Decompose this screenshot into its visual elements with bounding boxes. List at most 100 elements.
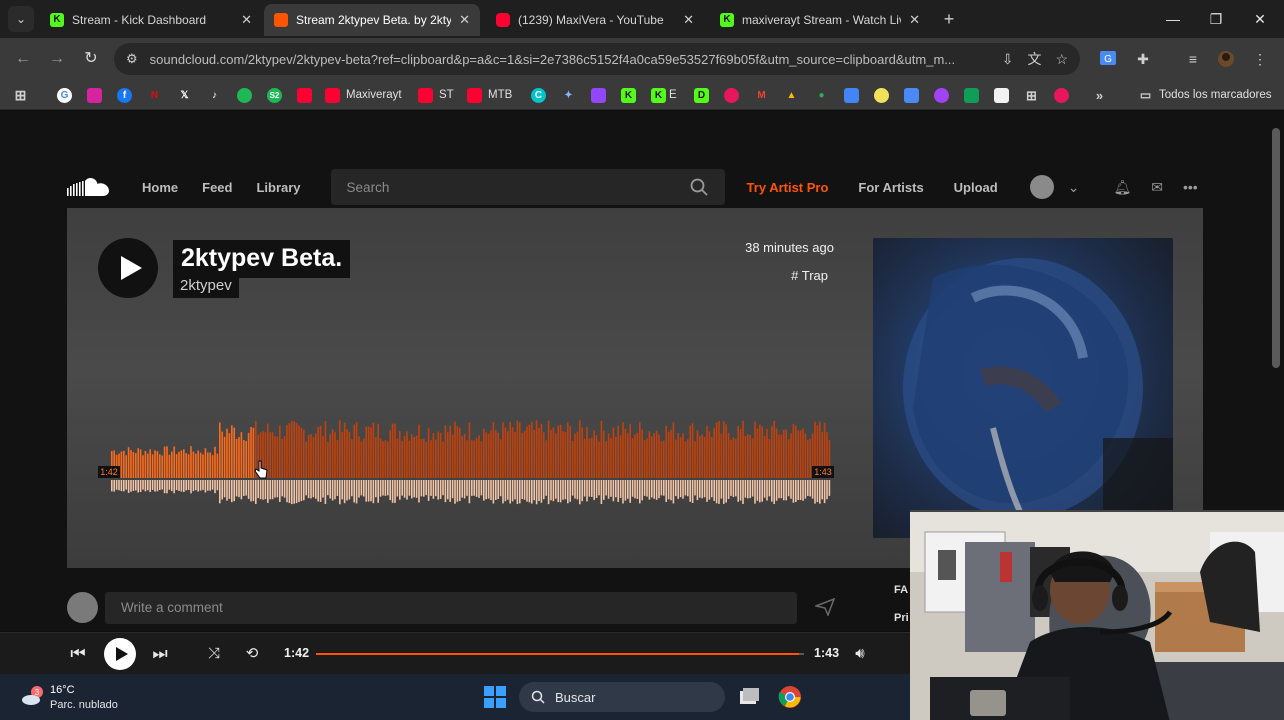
- bookmark-sheets[interactable]: [964, 86, 979, 104]
- waveform-bar: [307, 434, 310, 478]
- all-bookmarks-button[interactable]: ▭ Todos los marcadores: [1138, 86, 1272, 104]
- bookmark-facebook[interactable]: f: [117, 86, 132, 104]
- shuffle-icon[interactable]: ⤨: [202, 642, 226, 666]
- star-icon[interactable]: ☆: [1055, 51, 1068, 68]
- tab-soundcloud[interactable]: Stream 2ktypev Beta. by 2ktype ✕: [264, 4, 480, 36]
- try-artist-pro-link[interactable]: Try Artist Pro: [747, 180, 829, 195]
- waveform[interactable]: 1:42 1:43: [98, 400, 838, 515]
- apps-grid-icon[interactable]: ⊞: [13, 86, 28, 104]
- bookmark-spotify[interactable]: [237, 86, 252, 104]
- nav-library[interactable]: Library: [256, 180, 300, 195]
- translate-icon[interactable]: 文: [1027, 49, 1041, 69]
- bookmark-mtb[interactable]: MTB: [467, 86, 512, 104]
- close-icon[interactable]: ✕: [909, 12, 920, 28]
- taskbar-search[interactable]: Buscar: [519, 682, 725, 712]
- bookmark-s2[interactable]: S2: [267, 86, 282, 104]
- close-icon[interactable]: ✕: [683, 12, 694, 28]
- tab-kick-watch[interactable]: K maxiverayt Stream - Watch Live ✕: [710, 4, 930, 36]
- bookmark-st[interactable]: ST: [418, 86, 454, 104]
- bookmark-instagram[interactable]: [87, 86, 102, 104]
- bookmark-canva[interactable]: C: [531, 86, 546, 104]
- bookmark-kick[interactable]: K: [621, 86, 636, 104]
- waveform-bar: [305, 441, 307, 478]
- windows-start-icon[interactable]: [484, 686, 506, 708]
- user-avatar[interactable]: [1029, 175, 1054, 199]
- restore-button[interactable]: ❐: [1201, 8, 1231, 30]
- bookmark-gmail[interactable]: M: [754, 86, 769, 104]
- player-play-button[interactable]: [104, 638, 136, 670]
- previous-track-icon[interactable]: ⏮: [66, 642, 90, 666]
- next-track-icon[interactable]: ⏭: [148, 642, 172, 666]
- genre-tag[interactable]: # Trap: [700, 268, 828, 283]
- bookmark-youtube[interactable]: [297, 86, 312, 104]
- search-input[interactable]: Search: [330, 169, 725, 205]
- upload-link[interactable]: Upload: [954, 180, 998, 195]
- waveform-bar: [334, 432, 336, 478]
- url-text[interactable]: soundcloud.com/2ktypev/2ktypev-beta?ref=…: [150, 52, 988, 67]
- back-button[interactable]: ←: [12, 48, 34, 70]
- bookmark-netflix[interactable]: N: [147, 86, 162, 104]
- bookmark-pink[interactable]: [1054, 86, 1069, 104]
- waveform-bar: [780, 434, 783, 478]
- waveform-bar: [797, 430, 799, 478]
- waveform-bar: [521, 432, 523, 478]
- play-button[interactable]: [98, 238, 158, 298]
- comment-input[interactable]: Write a comment: [105, 592, 797, 624]
- bell-icon[interactable]: 🔔︎: [1113, 179, 1131, 196]
- search-icon[interactable]: [689, 177, 709, 197]
- repeat-icon[interactable]: ⟲: [240, 642, 264, 666]
- new-tab-button[interactable]: +: [938, 8, 960, 30]
- bookmark-maxiverayt[interactable]: Maxiverayt: [325, 86, 402, 104]
- tab-search-button[interactable]: ⌄: [8, 6, 34, 32]
- waveform-bar: [523, 431, 526, 478]
- close-icon[interactable]: ✕: [459, 12, 470, 28]
- bookmark-purple[interactable]: [934, 86, 949, 104]
- profile-avatar[interactable]: [1216, 50, 1236, 68]
- bookmark-kick-e[interactable]: KE: [651, 86, 677, 104]
- close-window-button[interactable]: ✕: [1245, 8, 1275, 30]
- bookmark-twitch[interactable]: [591, 86, 606, 104]
- tab-kick-dashboard[interactable]: K Stream - Kick Dashboard ✕: [40, 4, 262, 36]
- extensions-puzzle-icon[interactable]: ✚: [1133, 50, 1153, 68]
- install-icon[interactable]: ⇩: [1002, 51, 1014, 68]
- page-scrollbar[interactable]: [1272, 128, 1280, 368]
- bookmark-translate[interactable]: [904, 86, 919, 104]
- bookmark-docs[interactable]: [844, 86, 859, 104]
- bookmark-gemini[interactable]: ✦: [561, 86, 576, 104]
- reload-button[interactable]: ↻: [80, 48, 102, 70]
- extension-translate-icon[interactable]: G: [1098, 50, 1118, 68]
- bookmark-yellow[interactable]: [874, 86, 889, 104]
- bookmark-tiktok[interactable]: ♪: [207, 86, 222, 104]
- chrome-menu-icon[interactable]: ⋮: [1250, 50, 1270, 68]
- bookmark-grid[interactable]: ⊞: [1024, 86, 1039, 104]
- progress-bar[interactable]: [316, 653, 804, 655]
- minimize-button[interactable]: —: [1158, 8, 1188, 30]
- mail-icon[interactable]: ✉: [1151, 179, 1163, 196]
- bookmark-d[interactable]: D: [694, 86, 709, 104]
- media-controls-icon[interactable]: ≡: [1183, 50, 1203, 68]
- bookmark-drive[interactable]: ▲: [784, 86, 799, 104]
- volume-icon[interactable]: 🔊︎: [848, 642, 872, 666]
- bookmarks-overflow-button[interactable]: »: [1092, 86, 1107, 104]
- chevron-down-icon[interactable]: ⌄: [1068, 179, 1080, 196]
- nav-home[interactable]: Home: [142, 180, 178, 195]
- bookmark-x[interactable]: 𝕏: [177, 86, 192, 104]
- task-view-icon[interactable]: [737, 685, 761, 709]
- track-artist[interactable]: 2ktypev: [173, 276, 239, 298]
- bookmark-maps[interactable]: ●: [814, 86, 829, 104]
- close-icon[interactable]: ✕: [241, 12, 252, 28]
- soundcloud-logo[interactable]: [66, 175, 112, 199]
- send-icon[interactable]: [813, 597, 837, 618]
- forward-button[interactable]: →: [46, 48, 68, 70]
- site-info-icon[interactable]: ⚙: [126, 51, 138, 67]
- bookmark-white[interactable]: [994, 86, 1009, 104]
- tab-youtube[interactable]: (1239) MaxiVera - YouTube ✕: [486, 4, 704, 36]
- nav-feed[interactable]: Feed: [202, 180, 232, 195]
- address-bar[interactable]: ⚙ soundcloud.com/2ktypev/2ktypev-beta?re…: [114, 43, 1080, 75]
- bookmark-google[interactable]: G: [57, 86, 72, 104]
- bookmark-red[interactable]: [724, 86, 739, 104]
- for-artists-link[interactable]: For Artists: [858, 180, 923, 195]
- more-icon[interactable]: •••: [1183, 179, 1198, 195]
- weather-icon[interactable]: 3: [20, 685, 46, 707]
- chrome-taskbar-icon[interactable]: [778, 685, 802, 709]
